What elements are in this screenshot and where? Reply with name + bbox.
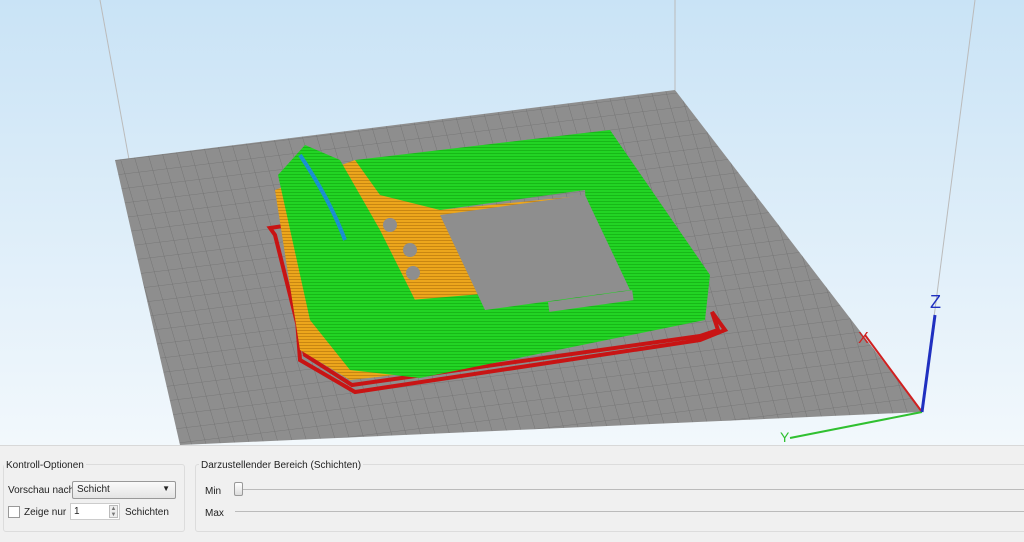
- preview-by-value: Schicht: [77, 484, 110, 495]
- range-title: Darzustellender Bereich (Schichten): [199, 460, 364, 471]
- layer-count-value: 1: [74, 506, 80, 517]
- 3d-viewport[interactable]: X Y Z: [0, 0, 1024, 445]
- layer-count-spinbox[interactable]: 1 ▲ ▼: [70, 503, 120, 520]
- show-only-checkbox[interactable]: [8, 506, 20, 518]
- layers-label: Schichten: [125, 507, 169, 518]
- control-panel: Kontroll-Optionen Vorschau nach Schicht ▼…: [0, 445, 1024, 542]
- preview-by-select[interactable]: Schicht ▼: [72, 481, 176, 499]
- model-hole: [403, 243, 417, 257]
- range-group: [195, 464, 1024, 532]
- x-axis-label: X: [858, 330, 869, 347]
- model-hole: [406, 266, 420, 280]
- z-axis-label: Z: [930, 292, 941, 312]
- spin-arrows-icon[interactable]: ▲ ▼: [109, 505, 118, 518]
- model-hole: [383, 218, 397, 232]
- control-options-title: Kontroll-Optionen: [4, 460, 86, 471]
- min-label: Min: [205, 486, 222, 497]
- max-slider-track[interactable]: [235, 511, 1024, 512]
- y-axis-label: Y: [780, 429, 790, 445]
- z-axis: [920, 314, 937, 413]
- min-slider-handle[interactable]: [234, 482, 243, 496]
- max-label: Max: [205, 508, 224, 519]
- preview-by-label: Vorschau nach: [8, 485, 75, 496]
- chevron-down-icon: ▼: [162, 484, 170, 493]
- show-only-label: Zeige nur: [24, 507, 67, 518]
- min-slider-track[interactable]: [235, 489, 1024, 490]
- build-plate-scene: X Y Z: [99, 0, 976, 445]
